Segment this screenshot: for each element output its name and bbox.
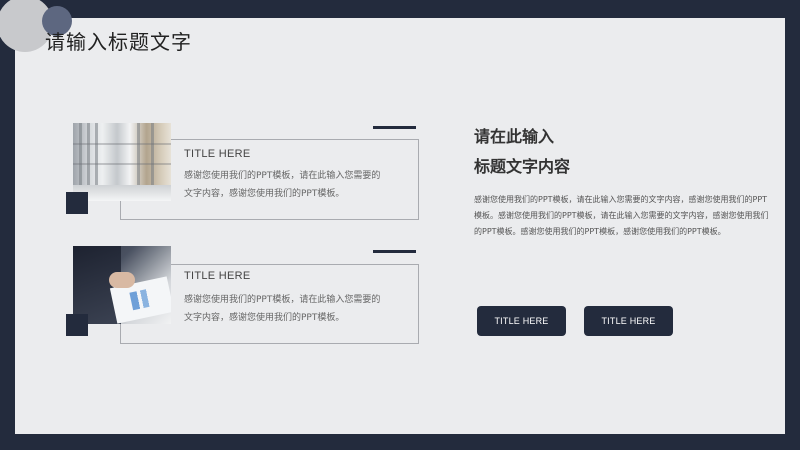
right-heading-line-1: 请在此输入 [474,127,555,146]
card-1-text-line-2: 文字内容，感谢您使用我们的PPT模板。 [184,189,345,199]
right-heading: 请在此输入 标题文字内容 [474,122,570,182]
business-meeting-photo [73,246,171,324]
card-1-text-line-1: 感谢您使用我们的PPT模板，请在此输入您需要的 [184,171,381,181]
page-title: 请输入标题文字 [45,30,192,54]
office-interior-photo [73,123,171,201]
card-2-square-marker [66,314,88,336]
right-paragraph: 感谢您使用我们的PPT模板，请在此输入您需要的文字内容，感谢您使用我们的PPT模… [474,195,769,236]
card-2-text-line-1: 感谢您使用我们的PPT模板，请在此输入您需要的 [184,295,381,305]
title-here-button-2[interactable]: TITLE HERE [584,306,673,336]
card-2-accent-line [373,250,416,253]
card-1-square-marker [66,192,88,214]
card-1-title: TITLE HERE [184,148,251,160]
title-here-button-1[interactable]: TITLE HERE [477,306,566,336]
card-1-accent-line [373,126,416,129]
card-2-text-line-2: 文字内容，感谢您使用我们的PPT模板。 [184,313,345,323]
right-heading-line-2: 标题文字内容 [474,157,571,176]
card-2-title: TITLE HERE [184,270,251,282]
